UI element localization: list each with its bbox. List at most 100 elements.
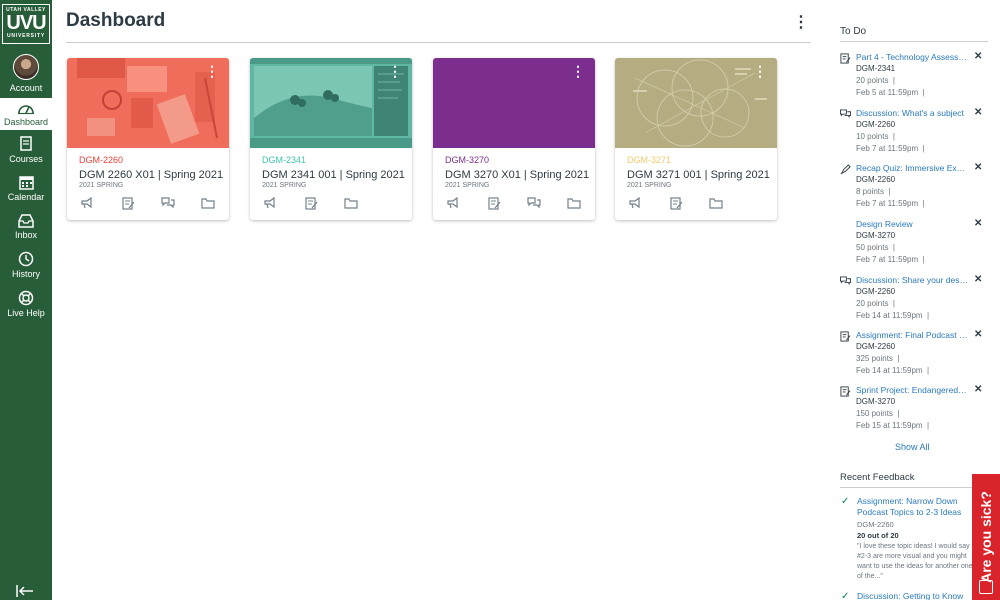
todo-due: Feb 14 at 11:59pm | <box>856 311 929 320</box>
are-you-sick-tab[interactable]: Are you sick? <box>972 474 1000 600</box>
course-card-dgm-2341[interactable]: ⋮ DGM-2341 DGM 2341 001 | Spring 2021 20… <box>250 58 412 220</box>
dismiss-icon[interactable]: ✕ <box>974 218 982 229</box>
assignments-icon[interactable] <box>487 196 501 210</box>
dismiss-icon[interactable]: ✕ <box>974 274 982 285</box>
card-options-kebab-icon[interactable]: ⋮ <box>571 64 585 78</box>
nav-item-dashboard[interactable]: Dashboard <box>0 98 52 130</box>
todo-due-value: Feb 5 at 11:59pm <box>856 88 919 97</box>
nav-item-calendar[interactable]: Calendar <box>0 175 52 205</box>
todo-title-link[interactable]: Design Review <box>856 219 968 229</box>
page-title: Dashboard <box>66 10 166 31</box>
feedback-title-link[interactable]: Assignment: Narrow Down Podcast Topics t… <box>857 496 972 518</box>
todo-item: Discussion: What's a subject DGM-2260 10… <box>840 107 990 160</box>
todo-separator: | <box>892 76 895 85</box>
nav-item-history[interactable]: History <box>0 251 52 281</box>
dismiss-icon[interactable]: ✕ <box>974 107 982 118</box>
todo-heading: To Do <box>840 26 867 37</box>
todo-item: Part 4 - Technology Assessment DGM-2341 … <box>840 51 990 104</box>
nav-label-calendar: Calendar <box>7 192 45 202</box>
nav-label-dashboard: Dashboard <box>3 117 49 127</box>
announcements-icon[interactable] <box>80 196 94 210</box>
todo-separator: | <box>892 299 895 308</box>
assignments-icon[interactable] <box>304 196 318 210</box>
todo-due-value: Feb 14 at 11:59pm <box>856 366 923 375</box>
todo-item: Assignment: Final Podcast Episode DGM-22… <box>840 329 990 382</box>
announcements-icon[interactable] <box>263 196 277 210</box>
course-card-hero[interactable]: ⋮ <box>67 58 229 148</box>
todo-separator: | <box>892 243 895 252</box>
discussion-icon <box>840 109 851 118</box>
discussion-icon <box>840 276 851 285</box>
course-card-dgm-2260[interactable]: ⋮ DGM-2260 DGM 2260 X01 | Spring 2021 20… <box>67 58 229 220</box>
todo-separator: | <box>922 88 925 97</box>
todo-separator: | <box>927 311 930 320</box>
todo-points: 20 points | <box>856 76 895 85</box>
todo-title-link[interactable]: Sprint Project: Endangered Species <box>856 385 968 395</box>
todo-separator: | <box>927 421 930 430</box>
dismiss-icon[interactable]: ✕ <box>974 329 982 340</box>
dashboard-options-kebab-icon[interactable]: ⋮ <box>793 12 809 32</box>
course-name[interactable]: DGM 3270 X01 | Spring 2021 <box>445 169 589 181</box>
course-name[interactable]: DGM 3271 001 | Spring 2021 <box>627 169 770 181</box>
course-card-dgm-3271[interactable]: ⋮ DGM-3271 DGM 3271 001 | Spring 2021 20… <box>615 58 777 220</box>
todo-title-link[interactable]: Discussion: Share your design <box>856 275 968 285</box>
feedback-title-link[interactable]: Discussion: Getting to Know <box>857 591 972 600</box>
todo-divider <box>840 41 988 42</box>
assignments-icon[interactable] <box>669 196 683 210</box>
course-code[interactable]: DGM-2341 <box>262 155 306 165</box>
files-icon[interactable] <box>344 196 358 210</box>
collapse-nav-icon[interactable] <box>16 584 34 600</box>
course-card-dgm-3270[interactable]: ⋮ DGM-3270 DGM 3270 X01 | Spring 2021 20… <box>433 58 595 220</box>
assignments-icon[interactable] <box>121 196 135 210</box>
course-term: 2021 SPRING <box>79 182 124 189</box>
nav-item-account[interactable]: Account <box>0 54 52 93</box>
todo-due-value: Feb 7 at 11:59pm <box>856 144 919 153</box>
discussions-icon[interactable] <box>161 196 175 210</box>
todo-title-link[interactable]: Part 4 - Technology Assessment <box>856 52 968 62</box>
todo-title-link[interactable]: Discussion: What's a subject <box>856 108 968 118</box>
show-all-link[interactable]: Show All <box>895 442 930 452</box>
course-card-hero[interactable]: ⋮ <box>433 58 595 148</box>
todo-due: Feb 15 at 11:59pm | <box>856 421 929 430</box>
todo-item: Sprint Project: Endangered Species DGM-3… <box>840 384 990 437</box>
course-code[interactable]: DGM-3271 <box>627 155 671 165</box>
course-name[interactable]: DGM 2341 001 | Spring 2021 <box>262 169 405 181</box>
discussions-icon[interactable] <box>527 196 541 210</box>
nav-label-live-help: Live Help <box>7 308 45 318</box>
dismiss-icon[interactable]: ✕ <box>974 51 982 62</box>
todo-points-value: 10 points <box>856 132 889 141</box>
announcements-icon[interactable] <box>628 196 642 210</box>
course-name[interactable]: DGM 2260 X01 | Spring 2021 <box>79 169 223 181</box>
course-card-hero[interactable]: ⋮ <box>250 58 412 148</box>
todo-separator: | <box>922 144 925 153</box>
announcements-icon[interactable] <box>446 196 460 210</box>
card-options-kebab-icon[interactable]: ⋮ <box>753 64 767 78</box>
dismiss-icon[interactable]: ✕ <box>974 384 982 395</box>
todo-due: Feb 5 at 11:59pm | <box>856 88 925 97</box>
course-code[interactable]: DGM-2260 <box>79 155 123 165</box>
todo-due: Feb 7 at 11:59pm | <box>856 255 925 264</box>
todo-title-link[interactable]: Assignment: Final Podcast Episode <box>856 330 968 340</box>
card-options-kebab-icon[interactable]: ⋮ <box>388 64 402 78</box>
assignment-icon <box>840 386 851 397</box>
todo-points-value: 325 points <box>856 354 893 363</box>
card-options-kebab-icon[interactable]: ⋮ <box>205 64 219 78</box>
card-actions <box>615 196 777 214</box>
files-icon[interactable] <box>709 196 723 210</box>
nav-item-inbox[interactable]: Inbox <box>0 214 52 244</box>
files-icon[interactable] <box>567 196 581 210</box>
todo-title-link[interactable]: Recap Quiz: Immersive Experiences <box>856 163 968 173</box>
nav-item-live-help[interactable]: Live Help <box>0 290 52 320</box>
are-you-sick-label: Are you sick? <box>978 491 994 583</box>
course-code[interactable]: DGM-3270 <box>445 155 489 165</box>
course-card-hero[interactable]: ⋮ <box>615 58 777 148</box>
uvu-logo[interactable]: UTAH VALLEY UVU UNIVERSITY <box>2 4 50 44</box>
nav-label-courses: Courses <box>9 154 43 164</box>
nav-item-courses[interactable]: Courses <box>0 136 52 166</box>
files-icon[interactable] <box>201 196 215 210</box>
course-term: 2021 SPRING <box>445 182 490 189</box>
todo-course: DGM-2260 <box>856 287 896 296</box>
nav-label-inbox: Inbox <box>14 230 38 240</box>
todo-course: DGM-2260 <box>856 342 896 351</box>
dismiss-icon[interactable]: ✕ <box>974 162 982 173</box>
